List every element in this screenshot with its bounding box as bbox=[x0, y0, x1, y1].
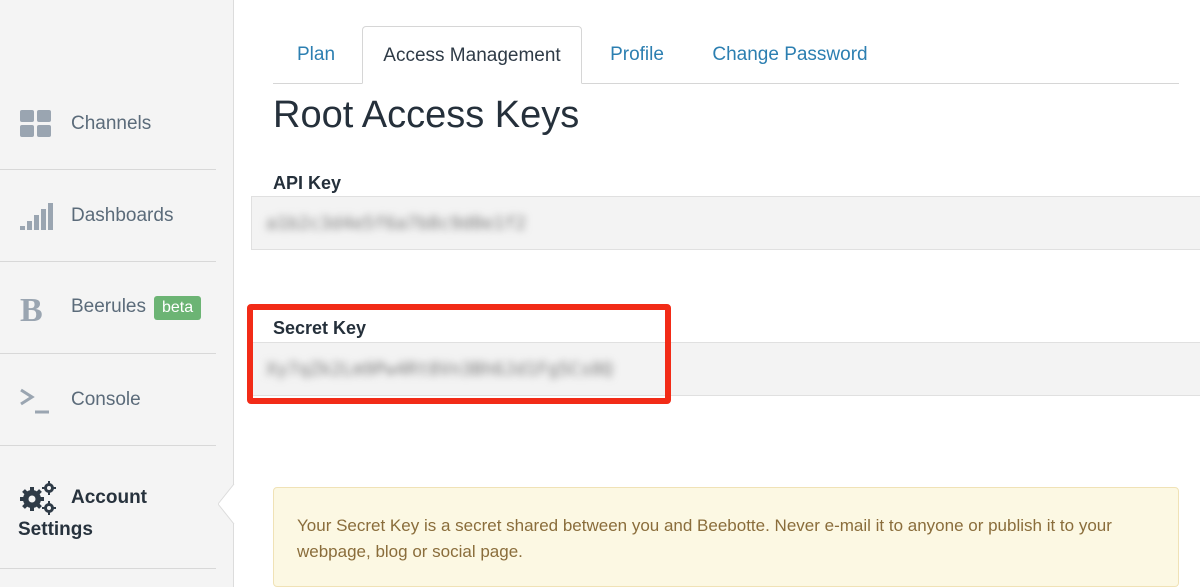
secret-key-warning: Your Secret Key is a secret shared betwe… bbox=[273, 487, 1179, 587]
tab-access-management[interactable]: Access Management bbox=[362, 26, 582, 84]
gears-icon bbox=[20, 481, 56, 515]
sidebar-item-label: Beerules beta bbox=[71, 295, 202, 320]
account-tabs: Plan Access Management Profile Change Pa… bbox=[273, 26, 1179, 84]
account-settings-label-line2: Settings bbox=[18, 519, 93, 540]
api-key-label: API Key bbox=[273, 173, 342, 193]
beta-badge: beta bbox=[154, 295, 202, 320]
account-settings-label-line1: Account bbox=[71, 487, 147, 508]
sidebar-item-beerules[interactable]: B Beerules beta bbox=[0, 262, 216, 354]
sidebar-item-label: Channels bbox=[71, 112, 152, 134]
tab-profile[interactable]: Profile bbox=[589, 26, 685, 84]
sidebar-item-channels[interactable]: Channels bbox=[0, 78, 216, 170]
sidebar-item-label: Dashboards bbox=[71, 204, 174, 226]
beerules-logo-icon: B bbox=[20, 292, 43, 324]
grid-icon bbox=[20, 109, 51, 137]
secret-key-highlight-box bbox=[247, 304, 671, 404]
sidebar-item-account-settings[interactable]: Account Settings bbox=[0, 447, 216, 569]
svg-text:B: B bbox=[20, 292, 43, 324]
terminal-icon bbox=[20, 388, 49, 413]
api-key-field[interactable]: a1b2c3d4e5f6a7b8c9d0e1f2 bbox=[251, 196, 1200, 250]
sidebar-item-label: Console bbox=[71, 388, 141, 410]
tab-change-password[interactable]: Change Password bbox=[697, 26, 883, 84]
api-key-value: a1b2c3d4e5f6a7b8c9d0e1f2 bbox=[266, 212, 527, 234]
sidebar-item-dashboards[interactable]: Dashboards bbox=[0, 170, 216, 262]
active-pointer-arrow bbox=[218, 484, 248, 524]
sidebar-item-console[interactable]: Console bbox=[0, 354, 216, 446]
page-title: Root Access Keys bbox=[273, 94, 580, 136]
tab-plan[interactable]: Plan bbox=[273, 26, 359, 84]
sidebar: Channels Dashboards B Beerules beta Conso… bbox=[0, 0, 248, 587]
signal-bars-icon bbox=[20, 202, 53, 230]
